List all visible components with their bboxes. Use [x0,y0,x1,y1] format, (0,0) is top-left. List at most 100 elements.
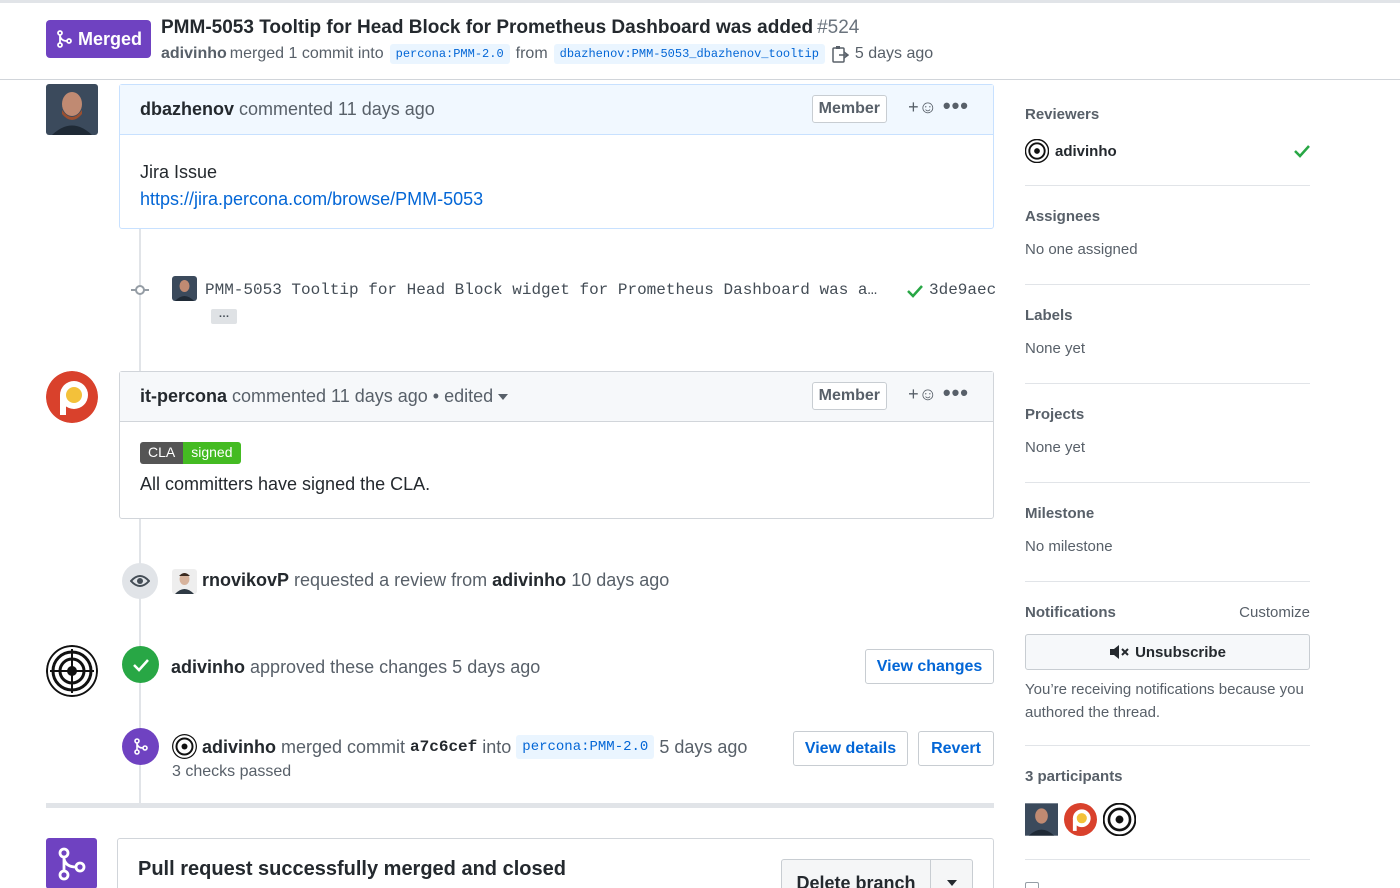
pr-merge-time: 5 days ago [854,45,934,62]
projects-title[interactable]: Projects [1025,406,1310,423]
base-branch[interactable]: percona:PMM-2.0 [389,44,510,64]
merged-status-badge: Merged [46,20,151,58]
comment-it-percona: it-percona commented 11 days ago • edite… [119,371,994,519]
pr-title: PMM-5053 Tooltip for Head Block for Prom… [161,17,859,39]
unsubscribe-button[interactable]: Unsubscribe [1025,634,1310,670]
review-request-time[interactable]: 10 days ago [571,570,669,590]
sidebar-reviewers: Reviewers adivinho [1025,106,1310,186]
more-options-icon[interactable]: ••• [943,93,969,119]
customize-link[interactable]: Customize [1239,604,1310,621]
approved-badge [122,646,159,683]
merge-status-box: Pull request successfully merged and clo… [117,838,994,888]
comment-author[interactable]: dbazhenov [140,99,234,120]
reviewer-row: adivinho [1025,139,1310,163]
unsubscribe-label: Unsubscribe [1135,643,1226,661]
approval-actor[interactable]: adivinho [171,657,245,677]
checks-passed-icon[interactable] [906,283,924,299]
sidebar-milestone: Milestone No milestone [1025,505,1310,582]
jira-link[interactable]: https://jira.percona.com/browse/PMM-5053 [140,186,973,213]
mute-icon [1110,645,1129,659]
milestone-value: No milestone [1025,538,1113,555]
sidebar-notifications: Notifications Customize Unsubscribe You’… [1025,604,1310,746]
assignees-title[interactable]: Assignees [1025,208,1310,225]
add-reaction-icon[interactable]: +☺ [908,384,937,405]
milestone-title[interactable]: Milestone [1025,505,1310,522]
merged-status-label: Merged [78,28,143,49]
merge-event-text: adivinho merged commit a7c6cef into perc… [202,735,747,759]
commit-message[interactable]: PMM-5053 Tooltip for Head Block widget f… [205,281,877,299]
review-request-badge [122,563,158,599]
avatar-it-percona[interactable] [46,371,98,423]
add-reaction-icon[interactable]: +☺ [908,97,937,118]
participant-avatar-dbazhenov[interactable] [1025,803,1058,836]
check-icon [132,658,149,672]
comment-author[interactable]: it-percona [140,386,227,407]
view-changes-button[interactable]: View changes [865,649,994,684]
delete-branch-button[interactable]: Delete branch [782,860,931,888]
avatar-adivinho[interactable] [46,645,98,697]
assignees-value: No one assigned [1025,241,1138,258]
checks-passed-text[interactable]: 3 checks passed [172,763,291,781]
review-request-target[interactable]: adivinho [492,570,566,590]
avatar-dbazhenov[interactable] [46,84,98,135]
cla-badge[interactable]: CLA signed [140,442,241,464]
merge-icon [133,738,148,755]
chevron-down-icon[interactable] [498,393,509,400]
labels-value: None yet [1025,340,1086,357]
pr-number: #524 [817,17,860,38]
sidebar-labels: Labels None yet [1025,307,1310,384]
merge-target-branch[interactable]: percona:PMM-2.0 [516,735,655,759]
merge-actor[interactable]: adivinho [202,737,276,758]
notifications-header: Notifications Customize [1025,604,1310,621]
avatar-rnovikovp[interactable] [172,569,197,594]
eye-icon [130,575,150,587]
merge-commit-sha[interactable]: a7c6cef [410,738,477,756]
participant-avatar-adivinho[interactable] [1103,803,1136,836]
delete-branch-dropdown[interactable] [931,860,972,888]
merge-icon [58,847,85,880]
comment-meta[interactable]: commented 11 days ago [239,99,435,120]
participants-list [1025,803,1310,836]
approval-text: adivinho approved these changes 5 days a… [171,657,540,678]
participants-title: 3 participants [1025,768,1123,785]
pr-merge-meta: adivinho merged 1 commit into percona:PM… [161,44,933,64]
pr-merger-link[interactable]: adivinho [161,45,227,63]
commit-author-avatar[interactable] [172,276,197,301]
approval-verb: approved these changes 5 days ago [250,657,541,677]
sidebar-projects: Projects None yet [1025,406,1310,483]
member-badge: Member [811,95,887,123]
avatar-adivinho-small[interactable] [172,734,197,759]
expand-commit-button[interactable]: … [211,309,237,324]
merge-time[interactable]: 5 days ago [659,737,747,758]
merge-into-text: into [482,736,512,757]
revert-button[interactable]: Revert [918,731,994,766]
comment-body: Jira Issue https://jira.percona.com/brow… [120,135,993,213]
pr-from-text: from [515,45,548,62]
copy-branch-icon[interactable] [831,45,849,63]
comment-header: dbazhenov commented 11 days ago Member +… [120,85,993,135]
comment-body: CLA signed All committers have signed th… [120,422,993,495]
head-branch[interactable]: dbazhenov:PMM-5053_dbazhenov_tooltip [553,44,825,64]
commit-icon [131,285,149,295]
comment-text: All committers have signed the CLA. [140,474,431,494]
member-badge: Member [811,382,887,410]
lock-conversation-checkbox[interactable] [1025,882,1039,888]
labels-title[interactable]: Labels [1025,307,1310,324]
review-request-actor[interactable]: rnovikovP [202,570,289,590]
reviewers-title[interactable]: Reviewers [1025,106,1310,123]
avatar-reviewer[interactable] [1025,139,1049,163]
comment-meta[interactable]: commented 11 days ago • edited [232,386,493,407]
chevron-down-icon [946,880,957,886]
merge-status-title: Pull request successfully merged and clo… [138,858,566,880]
pr-header: Merged PMM-5053 Tooltip for Head Block f… [0,3,1400,80]
more-options-icon[interactable]: ••• [943,380,969,406]
participant-avatar-it-percona[interactable] [1064,803,1097,836]
sidebar-assignees: Assignees No one assigned [1025,208,1310,285]
reviewer-name[interactable]: adivinho [1055,143,1117,160]
review-request-verb: requested a review from [294,570,488,590]
view-details-button[interactable]: View details [793,731,908,766]
timeline-end-divider [46,803,994,808]
notifications-title: Notifications [1025,604,1116,621]
commit-sha[interactable]: 3de9aec [929,281,996,299]
comment-dbazhenov: dbazhenov commented 11 days ago Member +… [119,84,994,229]
